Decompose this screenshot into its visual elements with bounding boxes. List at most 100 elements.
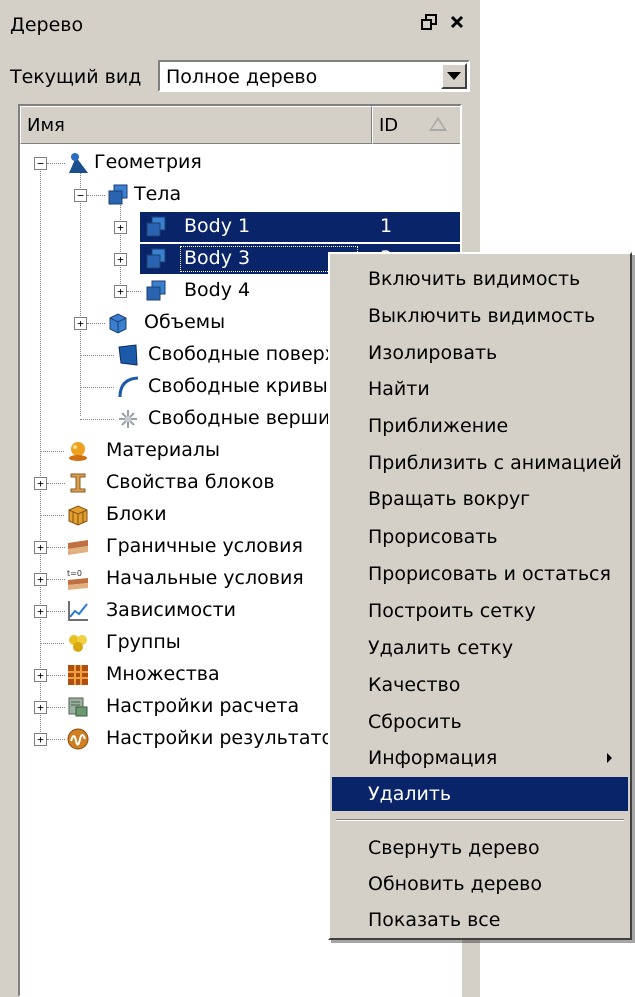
menu-item-delete-mesh[interactable]: Удалить сетку: [332, 631, 628, 665]
menu-item-enable-visibility[interactable]: Включить видимость: [332, 262, 628, 296]
menu-item-quality[interactable]: Качество: [332, 668, 628, 702]
tree-row-label: Настройки расчета: [106, 695, 300, 717]
expand-icon[interactable]: +: [34, 669, 47, 682]
tree-row[interactable]: − Геометрия: [20, 148, 460, 178]
menu-item-label: Построить сетку: [368, 600, 536, 622]
expand-icon[interactable]: +: [34, 477, 47, 490]
tree-line: [87, 195, 105, 196]
expand-icon[interactable]: +: [114, 221, 127, 234]
tree-row-label: Body 3: [184, 247, 251, 269]
panel-title: Дерево: [10, 14, 84, 36]
tree-row-label: Body 4: [184, 279, 251, 301]
expand-icon[interactable]: +: [34, 733, 47, 746]
dropdown-arrow-icon[interactable]: [441, 63, 467, 89]
menu-item-label: Найти: [368, 378, 430, 400]
menu-item-zoom[interactable]: Приближение: [332, 409, 628, 443]
menu-item-draw[interactable]: Прорисовать: [332, 520, 628, 554]
tree-row-label: Тела: [134, 183, 182, 205]
tree-row[interactable]: − Тела: [20, 180, 460, 210]
current-view-select[interactable]: Полное дерево: [158, 60, 470, 92]
expand-icon[interactable]: +: [34, 701, 47, 714]
tree-row-label: Граничные условия: [106, 535, 303, 557]
tree-line: [47, 739, 65, 740]
collapse-icon[interactable]: −: [74, 189, 87, 202]
tree-header: Имя ID: [20, 106, 460, 144]
tree-line: [47, 611, 65, 612]
column-name-label: Имя: [27, 114, 65, 136]
tree-row-label: Объемы: [144, 311, 226, 333]
tree-line: [47, 579, 65, 580]
tree-row-id: 1: [380, 215, 393, 237]
collapse-icon[interactable]: −: [34, 157, 47, 170]
column-header-name[interactable]: Имя: [20, 106, 372, 144]
tree-row-label: Материалы: [106, 439, 220, 461]
menu-item-label: Приближение: [368, 415, 509, 437]
menu-item-delete[interactable]: Удалить: [332, 777, 628, 811]
tree-line: [47, 483, 65, 484]
column-id-label: ID: [379, 114, 399, 136]
calc-settings-icon: [68, 697, 88, 717]
expand-icon[interactable]: +: [34, 541, 47, 554]
menu-item-reset[interactable]: Сбросить: [332, 705, 628, 739]
body-icon: [146, 248, 166, 269]
menu-item-label: Прорисовать: [368, 526, 498, 548]
svg-text:t=0: t=0: [67, 569, 82, 578]
curve-icon: [118, 376, 139, 398]
menu-item-label: Удалить: [368, 783, 452, 805]
tree-line: [47, 707, 65, 708]
sort-ascending-icon: [429, 117, 447, 131]
view-row: Текущий вид Полное дерево: [10, 60, 470, 94]
expand-icon[interactable]: +: [34, 573, 47, 586]
menu-item-label: Выключить видимость: [368, 305, 596, 327]
menu-item-draw-and-stay[interactable]: Прорисовать и остаться: [332, 557, 628, 591]
tree-row-label: Свойства блоков: [106, 471, 275, 493]
menu-separator: [336, 819, 624, 821]
materials-icon: [69, 442, 87, 461]
menu-item-zoom-animated[interactable]: Приблизить с анимацией: [332, 446, 628, 480]
menu-item-show-all[interactable]: Показать все: [332, 903, 628, 937]
expand-icon[interactable]: +: [34, 605, 47, 618]
menu-item-label: Информация: [368, 747, 498, 769]
panel-titlebar: Дерево: [0, 6, 480, 44]
tree-line: [87, 323, 105, 324]
menu-item-label: Включить видимость: [368, 268, 581, 290]
tree-row-label: Свободные верши: [148, 407, 331, 429]
menu-item-build-mesh[interactable]: Построить сетку: [332, 594, 628, 628]
tree-line: [47, 547, 65, 548]
tree-row-label: Настройки результатов: [106, 727, 345, 749]
bodies-icon: [108, 184, 128, 205]
context-menu: Включить видимость Выключить видимость И…: [328, 252, 632, 940]
menu-item-refresh-tree[interactable]: Обновить дерево: [332, 867, 628, 901]
tree-row-label: Блоки: [106, 503, 167, 525]
menu-item-label: Показать все: [368, 909, 501, 931]
tree-line: [47, 163, 65, 164]
body-icon: [146, 216, 166, 237]
menu-item-collapse-tree[interactable]: Свернуть дерево: [332, 831, 628, 865]
body-icon: [146, 280, 166, 301]
blocks-icon: [68, 505, 88, 526]
expand-icon[interactable]: +: [74, 317, 87, 330]
tree-line: [127, 291, 141, 292]
result-settings-icon: [67, 728, 89, 750]
menu-item-rotate-around[interactable]: Вращать вокруг: [332, 482, 628, 516]
tree-line: [47, 675, 65, 676]
current-view-value: Полное дерево: [166, 66, 318, 88]
close-icon[interactable]: [446, 10, 468, 34]
tree-line: [80, 387, 114, 388]
menu-item-information[interactable]: Информация: [332, 741, 628, 775]
block-properties-icon: [70, 473, 86, 493]
restore-icon[interactable]: [418, 10, 440, 34]
expand-icon[interactable]: +: [114, 285, 127, 298]
tree-row-label: Body 1: [184, 215, 251, 237]
initial-conditions-icon: t=0: [67, 569, 88, 590]
menu-item-isolate[interactable]: Изолировать: [332, 336, 628, 370]
tree-line: [80, 419, 114, 420]
column-header-id[interactable]: ID: [372, 106, 460, 144]
tree-row[interactable]: + Body 1 1: [20, 212, 460, 242]
menu-item-disable-visibility[interactable]: Выключить видимость: [332, 299, 628, 333]
menu-item-find[interactable]: Найти: [332, 372, 628, 406]
vertex-icon: [119, 410, 137, 428]
expand-icon[interactable]: +: [114, 253, 127, 266]
menu-item-label: Обновить дерево: [368, 873, 542, 895]
tree-line: [40, 515, 64, 516]
